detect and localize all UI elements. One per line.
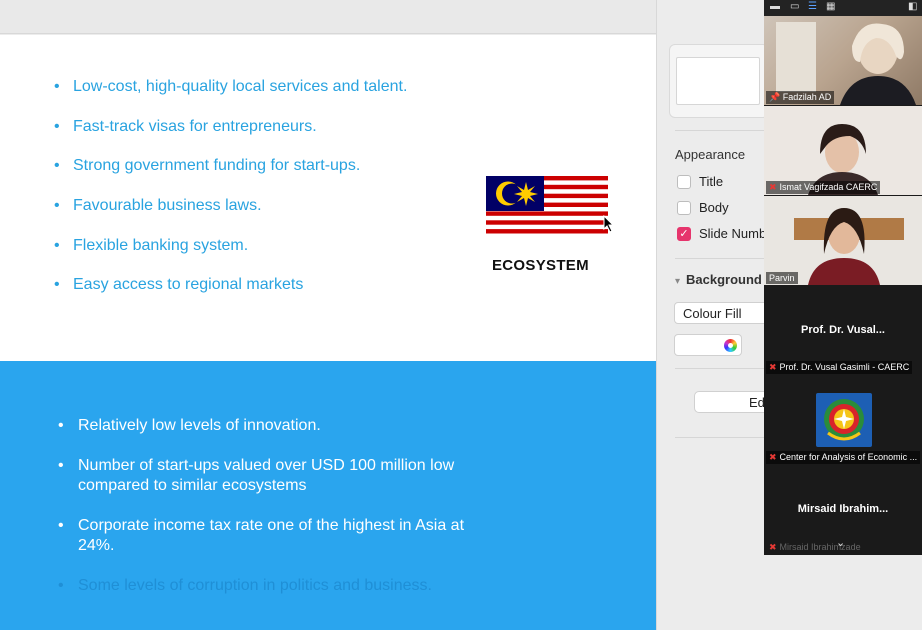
minimize-icon[interactable]: ▬ bbox=[770, 1, 780, 12]
color-wheel-icon[interactable] bbox=[724, 339, 737, 352]
speaker-view-icon[interactable]: ☰ bbox=[808, 1, 817, 12]
divider bbox=[675, 130, 767, 131]
azerbaijan-emblem-icon bbox=[816, 393, 872, 447]
body-checkbox-label: Body bbox=[699, 200, 729, 215]
chevron-down-icon: ▾ bbox=[675, 276, 681, 287]
participant-name: Parvin bbox=[766, 272, 798, 284]
participant-name: ✖ Center for Analysis of Economic ... bbox=[766, 451, 921, 464]
chevron-down-icon[interactable]: ⌄ bbox=[836, 536, 845, 549]
slide-canvas[interactable]: Low-cost, high-quality local services an… bbox=[0, 35, 656, 630]
weakness-item: Relatively low levels of innovation. bbox=[58, 416, 488, 436]
strength-item: Low-cost, high-quality local services an… bbox=[54, 77, 407, 117]
participant-tile[interactable]: ✖ Ismat Vagifzada CAERC bbox=[764, 106, 922, 195]
window-mode-icon[interactable]: ◧ bbox=[908, 1, 917, 12]
muted-mic-icon: ✖ bbox=[769, 362, 777, 372]
malaysia-flag-image bbox=[486, 176, 608, 238]
muted-mic-icon: ✖ bbox=[769, 452, 777, 462]
participant-name: 📌 Fadzilah AD bbox=[766, 91, 835, 104]
strength-item: Favourable business laws. bbox=[54, 196, 407, 236]
title-checkbox-row[interactable]: Title bbox=[677, 174, 723, 189]
weakness-item: Number of start-ups valued over USD 100 … bbox=[58, 456, 488, 496]
fill-color-well[interactable] bbox=[674, 334, 742, 356]
zoom-gallery-toolbar: ▬ ▭ ☰ ▦ ◧ bbox=[764, 0, 922, 16]
participant-tile[interactable]: Parvin bbox=[764, 196, 922, 285]
divider bbox=[675, 368, 767, 369]
title-checkbox[interactable] bbox=[677, 174, 691, 189]
weakness-item-faded: Some levels of corruption in politics an… bbox=[58, 576, 488, 596]
strengths-list: Low-cost, high-quality local services an… bbox=[54, 77, 407, 315]
background-section-toggle[interactable]: ▾ Background bbox=[675, 272, 762, 287]
format-inspector: Appearance Title Body ✓ Slide Numb ▾ Back… bbox=[656, 0, 774, 630]
slide-number-checkbox-row[interactable]: ✓ Slide Numb bbox=[677, 226, 766, 241]
fill-type-select[interactable]: Colour Fill bbox=[674, 302, 774, 324]
divider bbox=[675, 258, 767, 259]
participant-name: ✖ Mirsaid Ibrahimzade bbox=[769, 542, 861, 552]
weaknesses-list: Relatively low levels of innovation. Num… bbox=[58, 416, 488, 616]
zoom-gallery: ▬ ▭ ☰ ▦ ◧ 📌 Fadzilah AD ✖ Ismat Vagifzada bbox=[764, 0, 922, 555]
participant-display-name: Prof. Dr. Vusal... bbox=[801, 324, 885, 336]
weaknesses-band: Relatively low levels of innovation. Num… bbox=[0, 361, 656, 630]
muted-mic-icon: ✖ bbox=[769, 542, 777, 552]
strength-item: Strong government funding for start-ups. bbox=[54, 156, 407, 196]
appearance-heading: Appearance bbox=[675, 147, 746, 162]
participant-name: ✖ Ismat Vagifzada CAERC bbox=[766, 181, 881, 194]
title-checkbox-label: Title bbox=[699, 174, 724, 189]
body-checkbox[interactable] bbox=[677, 200, 691, 215]
body-checkbox-row[interactable]: Body bbox=[677, 200, 729, 215]
background-heading: Background bbox=[686, 272, 762, 287]
participant-display-name: Mirsaid Ibrahim... bbox=[797, 503, 889, 515]
muted-mic-icon: ✖ bbox=[769, 182, 777, 192]
slide-number-checkbox-label: Slide Numb bbox=[699, 226, 767, 241]
edit-master-button[interactable]: Ed bbox=[694, 391, 774, 413]
participant-tile[interactable]: 📌 Fadzilah AD bbox=[764, 16, 922, 105]
strength-item: Flexible banking system. bbox=[54, 236, 407, 276]
strength-item: Fast-track visas for entrepreneurs. bbox=[54, 117, 407, 157]
screen: Low-cost, high-quality local services an… bbox=[0, 0, 922, 630]
participant-name: ✖ Prof. Dr. Vusal Gasimli - CAERC bbox=[766, 361, 913, 374]
mouse-cursor-icon bbox=[603, 214, 615, 238]
pin-icon: 📌 bbox=[769, 92, 783, 102]
participant-tile[interactable]: Prof. Dr. Vusal... ✖ Prof. Dr. Vusal Gasi… bbox=[764, 286, 922, 375]
layout-thumbnail-frame[interactable] bbox=[669, 44, 769, 118]
ecosystem-label: ECOSYSTEM bbox=[492, 257, 589, 274]
restore-icon[interactable]: ▭ bbox=[790, 1, 799, 12]
slide-toolbar-strip bbox=[0, 0, 656, 34]
divider bbox=[675, 437, 767, 438]
weakness-item: Corporate income tax rate one of the hig… bbox=[58, 516, 488, 556]
layout-thumbnail[interactable] bbox=[676, 57, 760, 105]
strength-item: Easy access to regional markets bbox=[54, 275, 407, 315]
gallery-view-icon[interactable]: ▦ bbox=[826, 1, 835, 12]
slide-number-checkbox[interactable]: ✓ bbox=[677, 226, 691, 241]
